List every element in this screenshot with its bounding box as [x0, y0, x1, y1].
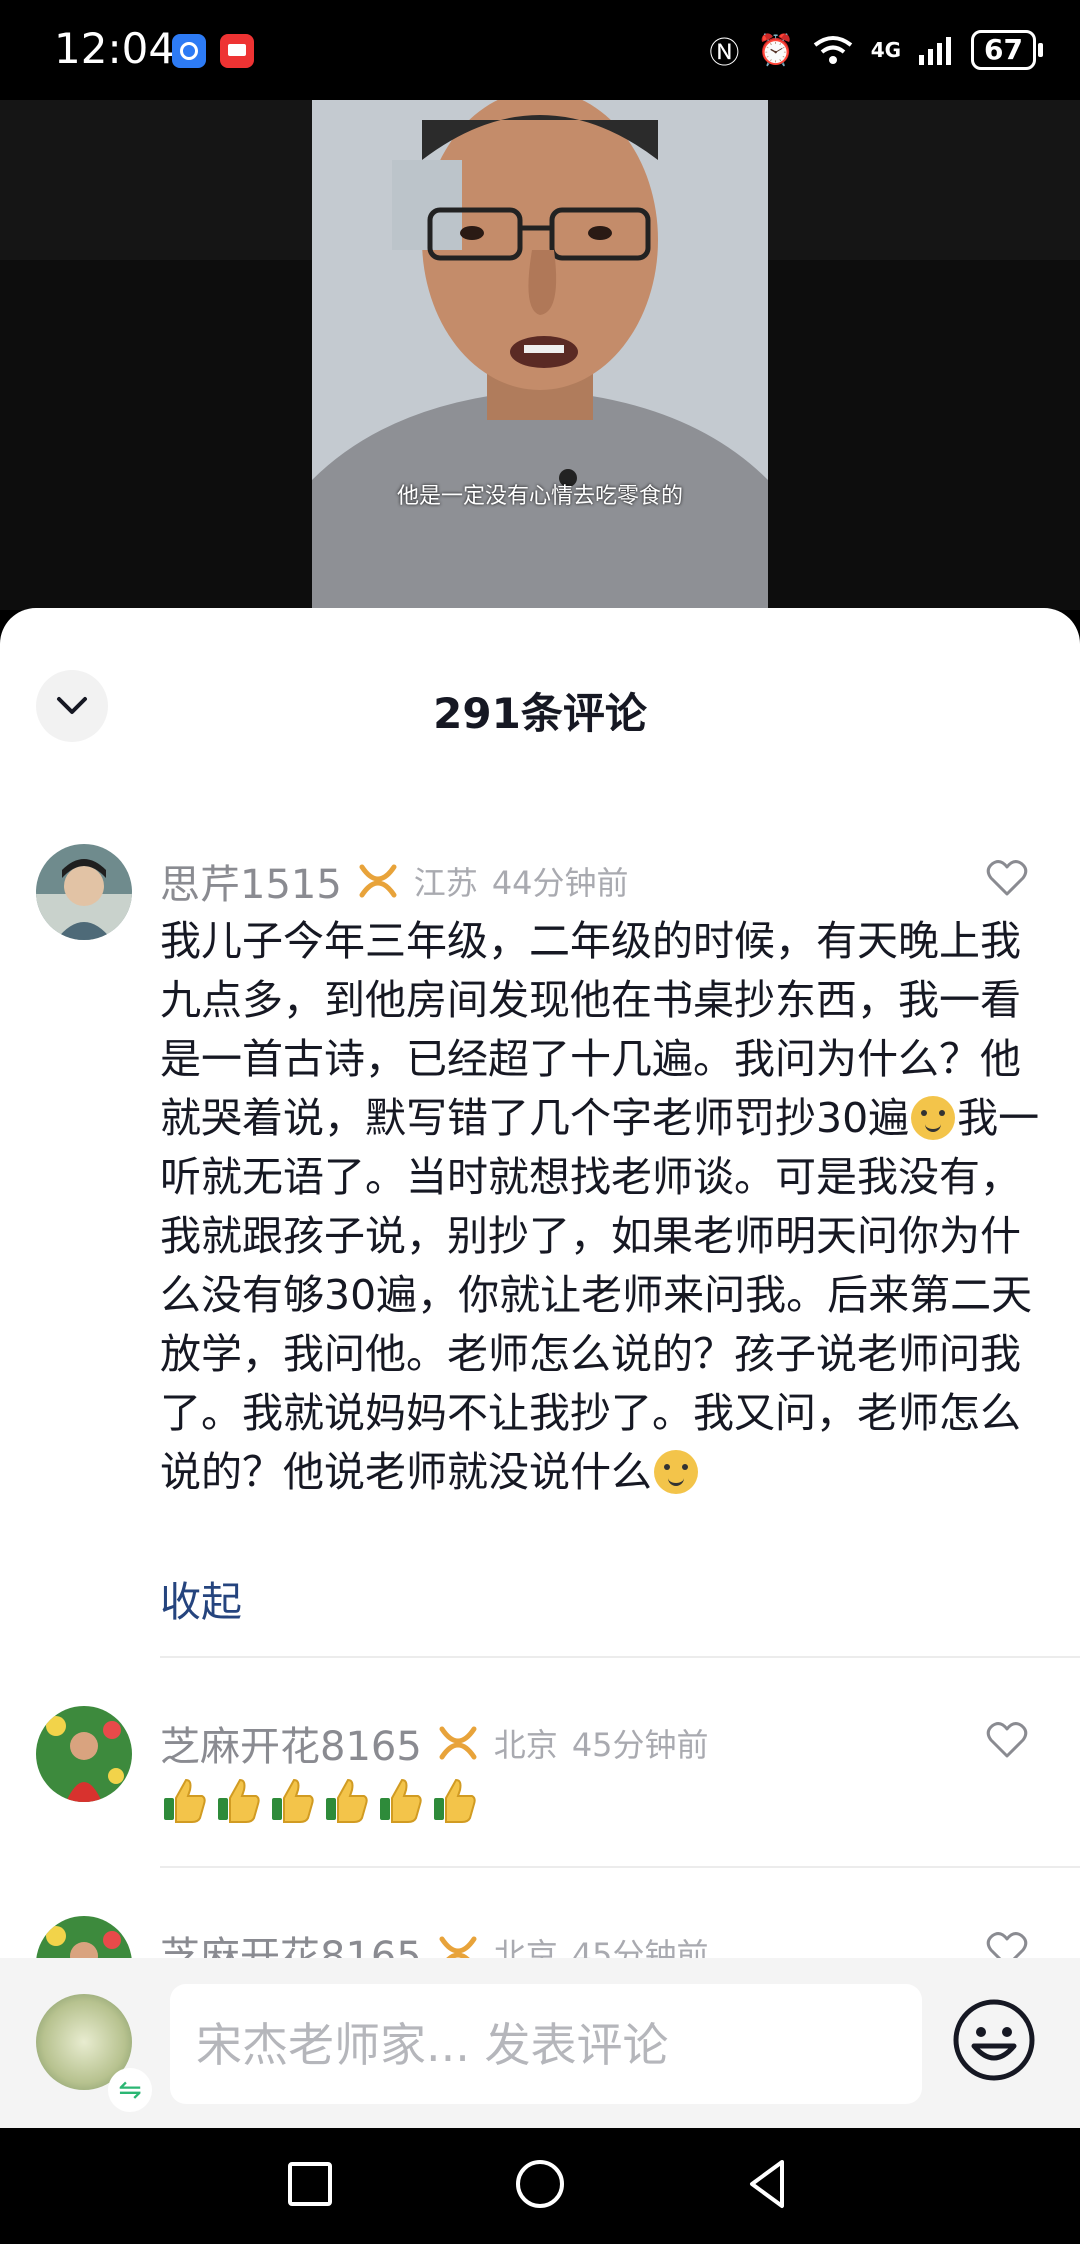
comment-time: 44分钟前: [491, 864, 629, 902]
smirk-emoji-icon: [654, 1450, 698, 1494]
alarm-icon: ⏰: [757, 32, 795, 68]
signal-icon: [919, 37, 952, 65]
switch-account-icon[interactable]: ⇋: [108, 2068, 152, 2112]
thumbs-up-emoji-icon: [218, 1778, 260, 1823]
comments-sheet: 291条评论 思芹1515 江苏 44分钟前 我儿子今年三年级，二年级的时候，有…: [0, 608, 1080, 1958]
comments-count-title: 291条评论: [433, 689, 647, 738]
comment-username[interactable]: 思芹1515: [160, 852, 342, 910]
battery-indicator: 67: [971, 30, 1043, 70]
thumbs-up-emoji-icon: [272, 1778, 314, 1823]
status-time: 12:04: [54, 24, 176, 73]
nfc-icon: Ⓝ: [709, 36, 740, 71]
comment-location: 北京: [493, 1936, 558, 1958]
comment-location: 江苏: [413, 864, 478, 902]
avatar[interactable]: [36, 1706, 132, 1802]
comment-thumbs-emojis: [160, 1776, 478, 1824]
smirk-emoji-icon: [911, 1096, 956, 1140]
comment-input-bar: ⇋: [0, 1958, 1080, 2128]
heart-icon[interactable]: [986, 1720, 1028, 1760]
thumbs-up-emoji-icon: [434, 1778, 476, 1823]
app-notification-icon: [172, 34, 206, 68]
comment-input[interactable]: [194, 1984, 898, 2106]
comment-header: 思芹1515 江苏 44分钟前: [160, 852, 629, 910]
comment-location: 北京: [493, 1726, 558, 1764]
collapse-comment-link[interactable]: 收起: [160, 1568, 242, 1628]
thumbs-up-emoji-icon: [380, 1778, 422, 1823]
emoji-icon[interactable]: [952, 1998, 1036, 2082]
heart-icon[interactable]: [986, 858, 1028, 898]
avatar[interactable]: [36, 844, 132, 940]
comment-text-part-1: 我儿子今年三年级，二年级的时候，有天晚上我九点多，到他房间发现他在书桌抄东西，我…: [160, 917, 1021, 1142]
status-icons: Ⓝ ⏰ 4G 67: [709, 28, 1043, 72]
message-notification-icon: [220, 34, 254, 68]
badge-icon: [359, 864, 397, 898]
avatar[interactable]: [36, 1916, 132, 1958]
wifi-icon: [813, 36, 852, 64]
divider: [160, 1656, 1080, 1658]
comment-time: 45分钟前: [571, 1726, 709, 1764]
thumbs-up-emoji-icon: [326, 1778, 368, 1823]
comment-header: 芝麻开花8165 北京 45分钟前: [160, 1714, 709, 1772]
divider: [160, 1866, 1080, 1868]
comment-time: 45分钟前: [571, 1936, 709, 1958]
network-type: 4G: [870, 38, 902, 62]
comment-username[interactable]: 芝麻开花8165: [160, 1714, 422, 1772]
badge-icon: [439, 1936, 477, 1958]
system-navigation-bar: [0, 2128, 1080, 2244]
back-button[interactable]: [742, 2158, 794, 2210]
heart-icon[interactable]: [986, 1930, 1028, 1958]
comment-username[interactable]: 芝麻开花8165: [160, 1924, 422, 1958]
comment-text: 我儿子今年三年级，二年级的时候，有天晚上我九点多，到他房间发现他在书桌抄东西，我…: [160, 912, 1040, 1502]
video-frame-image: [312, 100, 768, 610]
comment-header: 芝麻开花8165 北京 45分钟前: [160, 1924, 709, 1958]
home-button[interactable]: [514, 2158, 566, 2210]
comment-input-container[interactable]: [170, 1984, 922, 2106]
badge-icon: [439, 1726, 477, 1760]
video-player[interactable]: 他是一定没有心情去吃零食的: [312, 100, 768, 610]
video-subtitle: 他是一定没有心情去吃零食的: [396, 484, 683, 509]
status-bar: 12:04 Ⓝ ⏰ 4G 67: [0, 0, 1080, 100]
comment-text-part-2: 我一听就无语了。当时就想找老师谈。可是我没有，我就跟孩子说，别抄了，如果老师明天…: [160, 1094, 1040, 1496]
recent-apps-button[interactable]: [286, 2158, 334, 2210]
thumbs-up-emoji-icon: [164, 1778, 206, 1823]
